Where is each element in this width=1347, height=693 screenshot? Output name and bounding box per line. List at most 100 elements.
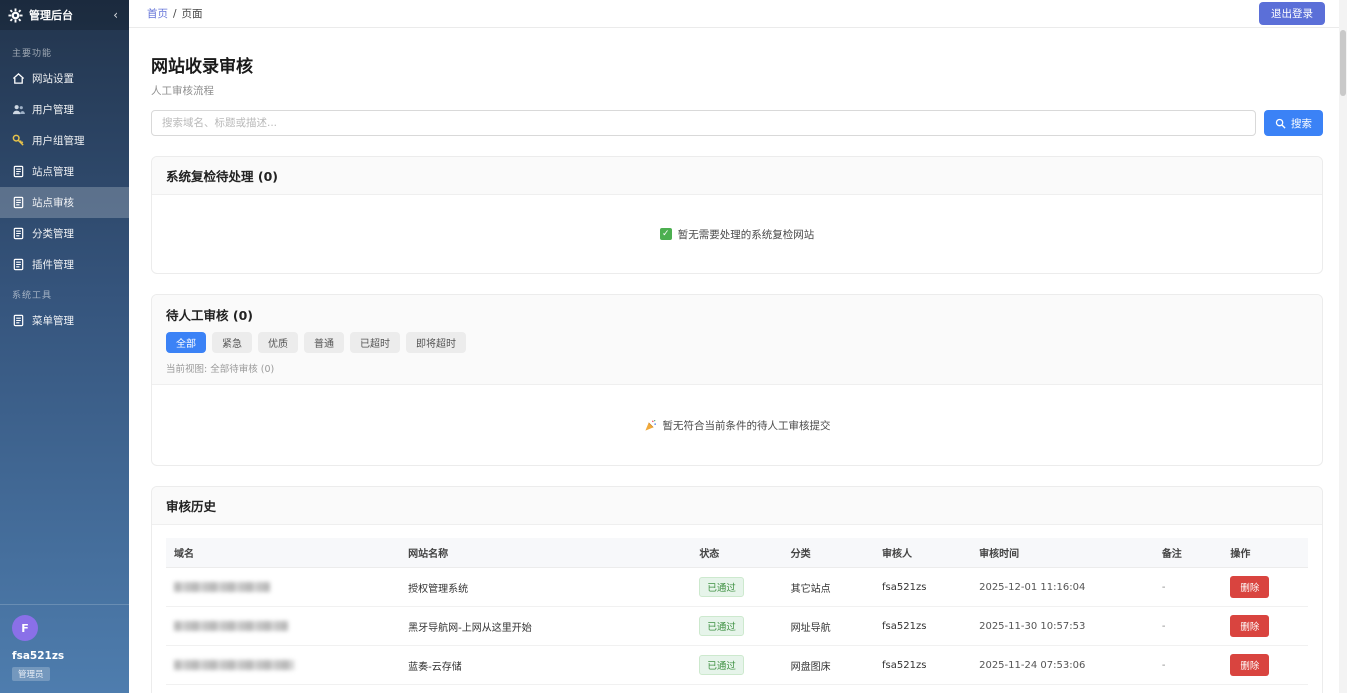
app-title: 管理后台 — [29, 7, 110, 23]
reviewer: fsa521zs — [874, 568, 971, 607]
sidebar: 管理后台 ‹ 主要功能 网站设置 用户管理 用户组管理 站点管理 — [0, 0, 129, 693]
breadcrumb-separator: / — [173, 8, 177, 20]
col-review-time: 审核时间 — [971, 538, 1154, 568]
logout-button[interactable]: 退出登录 — [1259, 2, 1325, 25]
current-view-label: 当前视图: 全部待审核 (0) — [166, 361, 1308, 375]
sidebar-item-label: 用户管理 — [32, 102, 74, 117]
sidebar-item-usergroup-management[interactable]: 用户组管理 — [0, 125, 129, 156]
search-icon — [1275, 118, 1286, 129]
table-header-row: 域名 网站名称 状态 分类 审核人 审核时间 备注 操作 — [166, 538, 1308, 568]
sidebar-item-label: 站点审核 — [32, 195, 74, 210]
filter-all[interactable]: 全部 — [166, 332, 206, 353]
scrollbar-thumb[interactable] — [1340, 30, 1346, 96]
category: 网盘图床 — [783, 646, 874, 685]
col-reviewer: 审核人 — [874, 538, 971, 568]
users-icon — [12, 103, 25, 116]
status-badge: 已通过 — [699, 616, 744, 636]
status-badge: 已通过 — [699, 655, 744, 675]
sidebar-user-panel: F fsa521zs 管理员 — [0, 604, 129, 693]
search-input[interactable] — [151, 110, 1256, 136]
system-recheck-title: 系统复检待处理 (0) — [152, 157, 1322, 195]
table-row: 蓝奏-云存储 已通过 网盘图床 fsa521zs 2025-11-24 07:5… — [166, 646, 1308, 685]
filter-premium[interactable]: 优质 — [258, 332, 298, 353]
sidebar-item-label: 用户组管理 — [32, 133, 85, 148]
col-actions: 操作 — [1222, 538, 1308, 568]
review-time: 2025-11-24 07:48:46 — [971, 685, 1154, 693]
topbar: 首页 / 页面 退出登录 — [129, 0, 1347, 28]
system-recheck-card: 系统复检待处理 (0) ✓ 暂无需要处理的系统复检网站 — [151, 156, 1323, 274]
redacted-domain — [174, 621, 288, 631]
site-name: 授权管理系统 — [400, 568, 691, 607]
delete-button[interactable]: 删除 — [1230, 615, 1269, 637]
sidebar-item-user-management[interactable]: 用户管理 — [0, 94, 129, 125]
admin-app: 管理后台 ‹ 主要功能 网站设置 用户管理 用户组管理 站点管理 — [0, 0, 1347, 693]
filter-normal[interactable]: 普通 — [304, 332, 344, 353]
site-name: 蓝奏-云存储 — [400, 646, 691, 685]
system-recheck-empty-state: ✓ 暂无需要处理的系统复检网站 — [152, 195, 1322, 273]
green-check-icon: ✓ — [660, 228, 672, 240]
filter-overdue[interactable]: 已超时 — [350, 332, 400, 353]
vertical-scrollbar[interactable] — [1339, 0, 1347, 693]
category: 其它站点 — [783, 568, 874, 607]
review-time: 2025-11-30 10:57:53 — [971, 607, 1154, 646]
page-subtitle: 人工审核流程 — [151, 83, 1323, 98]
search-button-label: 搜索 — [1291, 116, 1312, 131]
breadcrumb-current: 页面 — [182, 6, 203, 21]
sidebar-section-label: 系统工具 — [0, 280, 129, 305]
document-icon — [12, 314, 25, 327]
col-note: 备注 — [1154, 538, 1223, 568]
sidebar-collapse-button[interactable]: ‹ — [110, 8, 121, 22]
pending-review-empty-state: 暂无符合当前条件的待人工审核提交 — [152, 385, 1322, 465]
document-icon — [12, 258, 25, 271]
sidebar-item-site-audit[interactable]: 站点审核 — [0, 187, 129, 218]
breadcrumb: 首页 / 页面 — [147, 6, 203, 21]
document-icon — [12, 227, 25, 240]
sidebar-section-label: 主要功能 — [0, 38, 129, 63]
sidebar-item-plugin-management[interactable]: 插件管理 — [0, 249, 129, 280]
document-icon — [12, 165, 25, 178]
sidebar-item-site-settings[interactable]: 网站设置 — [0, 63, 129, 94]
delete-button[interactable]: 删除 — [1230, 654, 1269, 676]
search-bar: 搜索 — [151, 110, 1323, 136]
breadcrumb-home-link[interactable]: 首页 — [147, 6, 168, 21]
delete-button[interactable]: 删除 — [1230, 576, 1269, 598]
table-row: 黑牙导航网-上网从这里开始 已通过 网址导航 fsa521zs 2025-11-… — [166, 607, 1308, 646]
category: 网址导航 — [783, 607, 874, 646]
avatar[interactable]: F — [12, 615, 38, 641]
audit-history-table: 域名 网站名称 状态 分类 审核人 审核时间 备注 操作 — [166, 538, 1308, 693]
username: fsa521zs — [12, 650, 117, 662]
site-name: 百度网盘-免费云盘｜文件共享软... — [400, 685, 691, 693]
col-domain: 域名 — [166, 538, 400, 568]
audit-history-title: 审核历史 — [152, 487, 1322, 525]
status-badge: 已通过 — [699, 577, 744, 597]
filter-urgent[interactable]: 紧急 — [212, 332, 252, 353]
sidebar-nav: 主要功能 网站设置 用户管理 用户组管理 站点管理 站点审核 — [0, 30, 129, 604]
sidebar-item-site-management[interactable]: 站点管理 — [0, 156, 129, 187]
note: - — [1154, 646, 1223, 685]
sidebar-item-label: 插件管理 — [32, 257, 74, 272]
home-icon — [12, 72, 25, 85]
redacted-domain — [174, 582, 270, 592]
filter-soon-overdue[interactable]: 即将超时 — [406, 332, 466, 353]
sidebar-item-label: 网站设置 — [32, 71, 74, 86]
system-recheck-empty-message: 暂无需要处理的系统复检网站 — [678, 227, 815, 242]
review-time: 2025-12-01 11:16:04 — [971, 568, 1154, 607]
audit-history-table-wrap: 域名 网站名称 状态 分类 审核人 审核时间 备注 操作 — [152, 525, 1322, 693]
review-time: 2025-11-24 07:53:06 — [971, 646, 1154, 685]
main-area: 首页 / 页面 退出登录 网站收录审核 人工审核流程 搜索 系统复检待处理 (0… — [129, 0, 1347, 693]
sidebar-item-label: 菜单管理 — [32, 313, 74, 328]
col-status: 状态 — [691, 538, 782, 568]
page-title: 网站收录审核 — [151, 52, 1323, 77]
note: - — [1154, 568, 1223, 607]
sidebar-item-category-management[interactable]: 分类管理 — [0, 218, 129, 249]
filter-pills: 全部 紧急 优质 普通 已超时 即将超时 — [166, 332, 1308, 353]
table-row: 百度网盘-免费云盘｜文件共享软... 已通过 网盘图床 fsa521zs 202… — [166, 685, 1308, 693]
sidebar-item-menu-management[interactable]: 菜单管理 — [0, 305, 129, 336]
note: - — [1154, 607, 1223, 646]
col-category: 分类 — [783, 538, 874, 568]
search-button[interactable]: 搜索 — [1264, 110, 1323, 136]
category: 网盘图床 — [783, 685, 874, 693]
pending-review-header: 待人工审核 (0) 全部 紧急 优质 普通 已超时 即将超时 当前视图: 全部待… — [152, 295, 1322, 385]
col-site-name: 网站名称 — [400, 538, 691, 568]
party-icon — [644, 419, 657, 432]
